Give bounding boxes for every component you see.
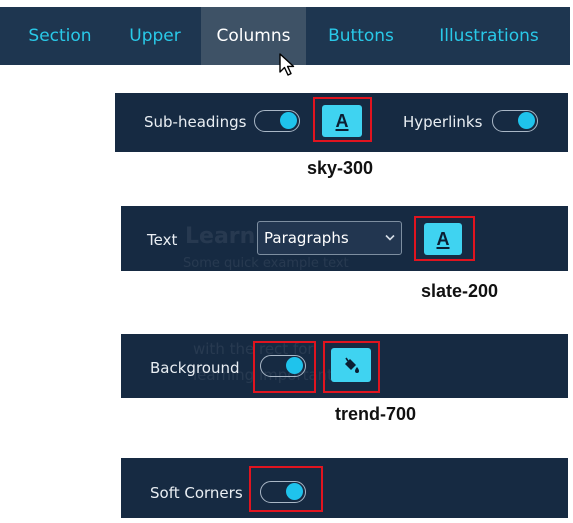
tab-buttons[interactable]: Buttons [316, 7, 406, 65]
toggle-knob [280, 112, 297, 129]
toggle-knob [286, 357, 303, 374]
background-panel: with the rect for learning important Bac… [121, 334, 568, 398]
background-label: Background [150, 359, 240, 377]
font-color-icon: A [335, 111, 349, 131]
toggle-knob [286, 483, 303, 500]
soft-corners-toggle[interactable] [260, 481, 306, 503]
paint-bucket-icon [345, 357, 359, 373]
tab-section[interactable]: Section [14, 7, 106, 65]
select-value: Paragraphs [264, 229, 349, 247]
subheadings-caption: sky-300 [307, 158, 374, 178]
chevron-down-icon [385, 234, 395, 241]
text-label: Text [147, 231, 178, 249]
text-style-select[interactable]: Paragraphs [257, 221, 402, 255]
subheadings-toggle[interactable] [254, 110, 300, 132]
subheadings-label: Sub-headings [144, 113, 247, 131]
subheadings-color-button[interactable]: A [322, 105, 362, 137]
hyperlinks-toggle[interactable] [492, 110, 538, 132]
background-watermark: Some quick example text [183, 256, 349, 271]
text-caption: slate-200 [421, 281, 499, 301]
background-caption: trend-700 [335, 404, 417, 424]
font-color-icon: A [436, 229, 450, 249]
text-color-button[interactable]: A [424, 223, 462, 255]
soft-corners-panel: Soft Corners [121, 458, 568, 518]
hyperlinks-label: Hyperlinks [403, 113, 483, 131]
tab-illustrations[interactable]: Illustrations [430, 7, 548, 65]
background-toggle[interactable] [260, 355, 306, 377]
soft-corners-label: Soft Corners [150, 484, 243, 502]
background-color-button[interactable] [331, 348, 371, 382]
tab-upper[interactable]: Upper [114, 7, 196, 65]
text-panel: Learn Script Some quick example text Tex… [121, 206, 568, 271]
mouse-cursor-icon [279, 53, 295, 76]
toggle-knob [518, 112, 535, 129]
subheadings-panel: Sub-headings A Hyperlinks [115, 93, 568, 152]
